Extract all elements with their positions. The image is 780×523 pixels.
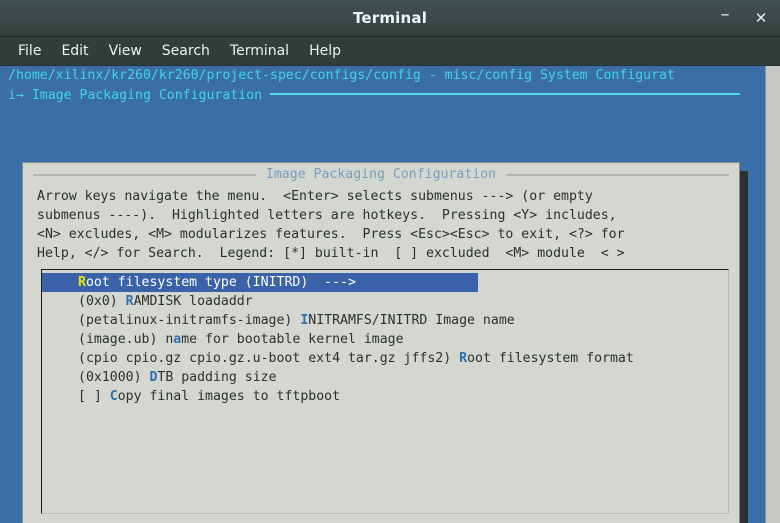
- option-prefix: (cpio cpio.gz cpio.gz.u-boot ext4 tar.gz…: [78, 351, 460, 366]
- dialog-help-block: Arrow keys navigate the menu. <Enter> se…: [23, 184, 739, 263]
- config-option-row[interactable]: (cpio cpio.gz cpio.gz.u-boot ext4 tar.gz…: [42, 349, 728, 368]
- option-label: oot filesystem format: [467, 351, 634, 366]
- config-option-row[interactable]: [ ] Copy final images to tftpboot: [42, 387, 728, 406]
- help-line-1: Arrow keys navigate the menu. <Enter> se…: [37, 189, 593, 204]
- option-hotkey-letter: R: [125, 294, 134, 309]
- window-controls: – ✕: [714, 0, 772, 36]
- option-prefix: [ ]: [78, 389, 110, 404]
- help-line-3: <N> excludes, <M> modularizes features. …: [37, 227, 625, 242]
- option-label: AMDISK loadaddr: [133, 294, 253, 309]
- config-option-row[interactable]: (0x1000) DTB padding size: [42, 368, 728, 387]
- terminal-screen[interactable]: /home/xilinx/kr260/kr260/project-spec/co…: [0, 66, 780, 523]
- dialog-title: Image Packaging Configuration: [265, 167, 497, 182]
- dialog-rule-right: [506, 173, 729, 176]
- option-label: opy final images to tftpboot: [117, 389, 341, 404]
- menuconfig-dialog: Image Packaging Configuration Arrow keys…: [22, 162, 740, 523]
- dialog-rule-left: [33, 173, 256, 176]
- breadcrumb-rule: [270, 92, 741, 95]
- menu-item-view[interactable]: View: [99, 41, 152, 61]
- breadcrumb-line: i→ Image Packaging Configuration: [0, 86, 766, 106]
- option-prefix: (0x0): [78, 294, 126, 309]
- option-label: oot filesystem type (INITRD) --->: [85, 275, 356, 290]
- config-option-row[interactable]: Root filesystem type (INITRD) --->: [42, 273, 478, 292]
- option-label: me for bootable kernel image: [181, 332, 404, 347]
- terminal-content: /home/xilinx/kr260/kr260/project-spec/co…: [0, 66, 766, 523]
- menu-item-file[interactable]: File: [8, 41, 51, 61]
- option-prefix: (petalinux-initramfs-image): [78, 313, 301, 328]
- option-prefix: (image.ub) n: [78, 332, 174, 347]
- option-label: TB padding size: [157, 370, 277, 385]
- title-bar: Terminal – ✕: [0, 0, 780, 37]
- config-option-row[interactable]: (0x0) RAMDISK loadaddr: [42, 292, 728, 311]
- config-option-list[interactable]: Root filesystem type (INITRD) ---> (0x0) …: [41, 269, 729, 514]
- option-prefix: (0x1000): [78, 370, 150, 385]
- menu-item-help[interactable]: Help: [299, 41, 351, 61]
- menu-item-search[interactable]: Search: [152, 41, 220, 61]
- option-hotkey-letter: R: [78, 275, 86, 290]
- close-icon[interactable]: ✕: [750, 7, 772, 29]
- scrollbar-thumb[interactable]: [766, 66, 780, 523]
- config-path-line: /home/xilinx/kr260/kr260/project-spec/co…: [0, 66, 766, 86]
- menu-item-edit[interactable]: Edit: [51, 41, 98, 61]
- option-hotkey-letter: R: [459, 351, 468, 366]
- config-option-row[interactable]: (image.ub) name for bootable kernel imag…: [42, 330, 728, 349]
- option-label: NITRAMFS/INITRD Image name: [308, 313, 515, 328]
- menu-bar: File Edit View Search Terminal Help: [0, 37, 780, 66]
- dialog-title-row: Image Packaging Configuration: [23, 165, 739, 184]
- terminal-window: Terminal – ✕ File Edit View Search Termi…: [0, 0, 780, 523]
- terminal-scrollbar[interactable]: [765, 66, 780, 523]
- help-line-4: Help, </> for Search. Legend: [*] built-…: [37, 246, 625, 261]
- window-title: Terminal: [352, 9, 428, 27]
- config-option-row[interactable]: (petalinux-initramfs-image) INITRAMFS/IN…: [42, 311, 728, 330]
- breadcrumb-text: i→ Image Packaging Configuration: [8, 88, 263, 103]
- menu-item-terminal[interactable]: Terminal: [220, 41, 299, 61]
- help-line-2: submenus ----). Highlighted letters are …: [37, 208, 617, 223]
- minimize-icon[interactable]: –: [714, 3, 736, 33]
- option-hotkey-letter: C: [109, 389, 118, 404]
